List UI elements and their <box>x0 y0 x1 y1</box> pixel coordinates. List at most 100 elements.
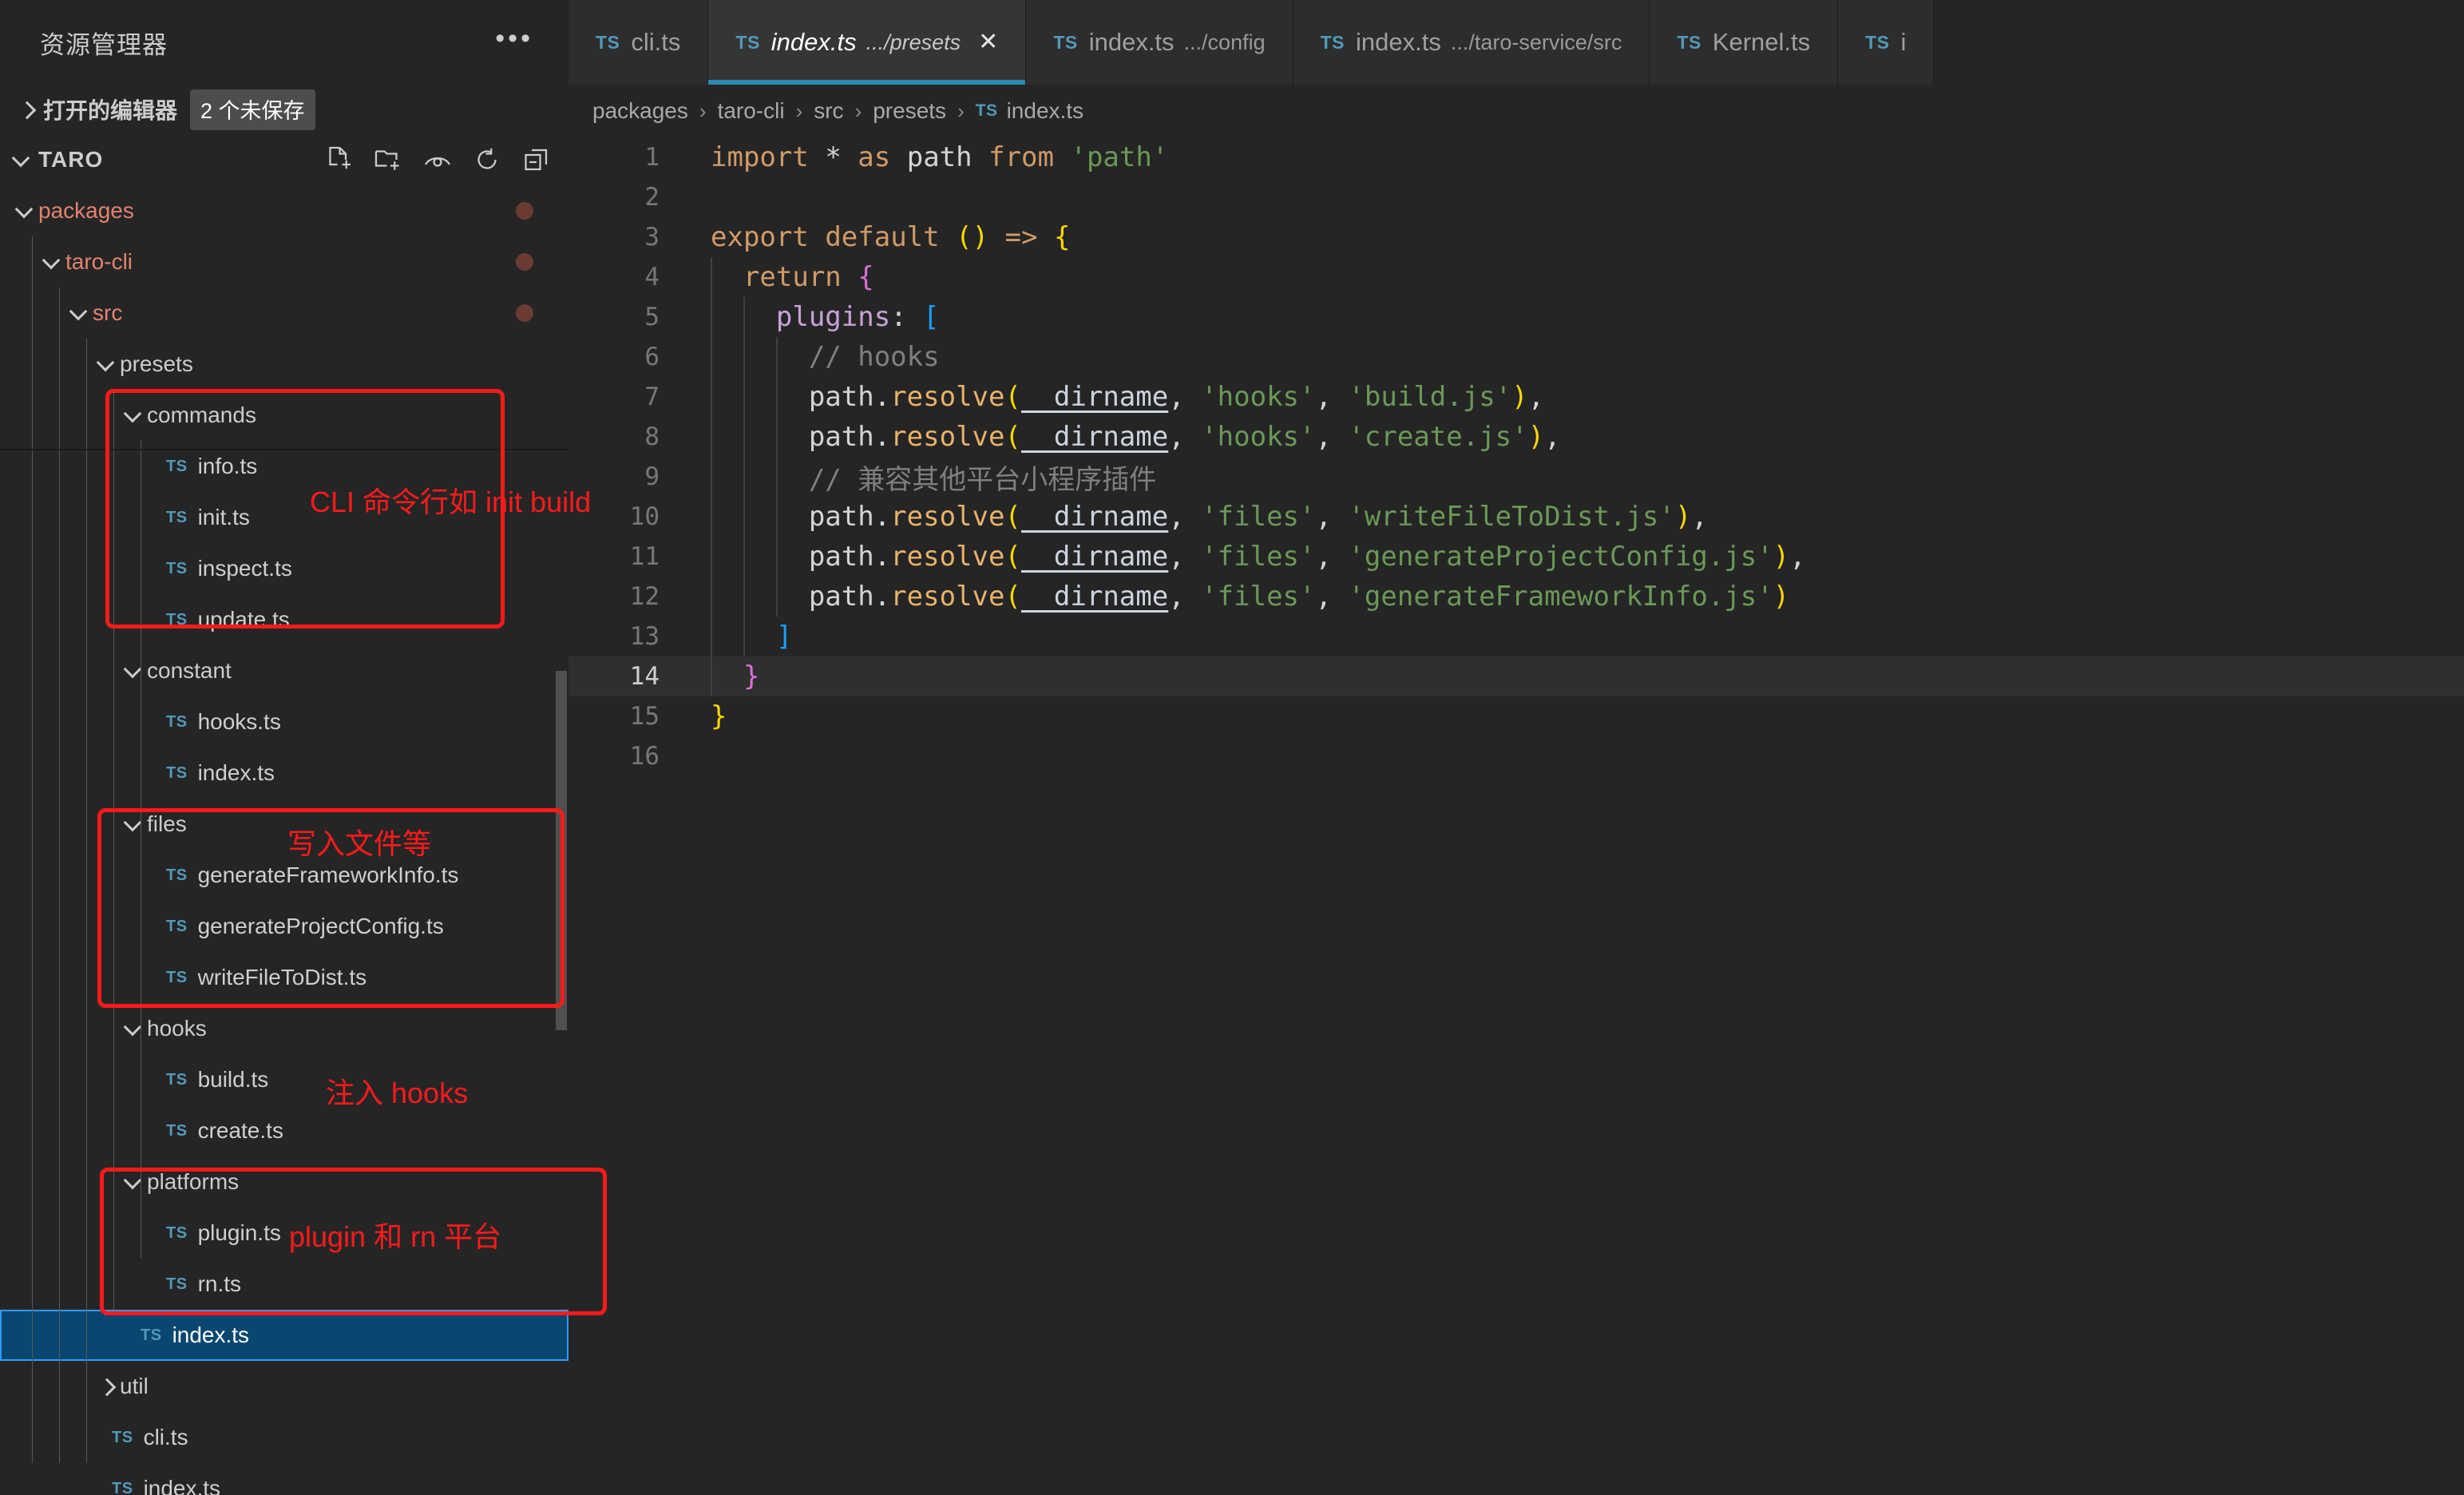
close-icon[interactable]: ✕ <box>978 30 998 54</box>
typescript-file-icon: TS <box>975 101 998 120</box>
explorer-sidebar: 资源管理器 ••• 打开的编辑器 2 个未保存 TARO packages ta… <box>0 0 568 1495</box>
tab-label: i <box>1900 28 1907 56</box>
tree-file-item[interactable]: TS init.ts <box>0 492 568 543</box>
tree-file-item[interactable]: TS rn.ts <box>0 1259 568 1310</box>
chevron-down-icon <box>120 1168 147 1196</box>
breadcrumb-item[interactable]: taro-cli <box>718 98 785 124</box>
tree-file-item[interactable]: TS index.ts <box>0 748 568 799</box>
code-text: path.resolve(__dirname, 'files', 'genera… <box>808 541 1806 573</box>
editor-indent-guide <box>711 457 712 497</box>
tree-file-item[interactable]: TS hooks.ts <box>0 696 568 748</box>
code-line[interactable]: 6 // hooks <box>568 337 2464 377</box>
tree-file-item[interactable]: TS build.ts <box>0 1054 568 1105</box>
code-line[interactable]: 15} <box>568 696 2464 736</box>
editor-tab[interactable]: TS cli.ts <box>568 0 709 85</box>
typescript-file-icon: TS <box>166 1223 188 1242</box>
tree-folder-item[interactable]: util <box>0 1361 568 1412</box>
unsaved-count-badge: 2 个未保存 <box>190 89 315 130</box>
tree-item-label: build.ts <box>197 1067 269 1092</box>
tree-file-item[interactable]: TS index.ts <box>0 1463 568 1495</box>
editor-indent-guide <box>743 417 745 457</box>
editor-tab[interactable]: TS index.ts .../taro-service/src <box>1293 0 1650 85</box>
editor-indent-guide <box>711 617 712 656</box>
chevron-down-icon <box>120 402 147 429</box>
breadcrumb-item[interactable]: presets <box>873 98 946 124</box>
tree-item-label: index.ts <box>197 760 275 785</box>
chevron-down-icon <box>8 146 35 173</box>
code-line[interactable]: 9 // 兼容其他平台小程序插件 <box>568 457 2464 497</box>
tree-folder-item[interactable]: files <box>0 799 568 850</box>
tree-file-item[interactable]: TS plugin.ts <box>0 1208 568 1259</box>
tree-folder-item[interactable]: taro-cli <box>0 236 568 288</box>
tree-folder-item[interactable]: src <box>0 288 568 339</box>
line-number: 16 <box>629 742 660 771</box>
code-text: path.resolve(__dirname, 'hooks', 'build.… <box>808 381 1545 413</box>
tree-folder-item[interactable]: presets <box>0 339 568 390</box>
new-file-icon[interactable] <box>324 145 353 174</box>
tree-file-item[interactable]: TS inspect.ts <box>0 543 568 594</box>
code-line[interactable]: 12 path.resolve(__dirname, 'files', 'gen… <box>568 577 2464 617</box>
tree-file-item[interactable]: TS generateFrameworkInfo.ts <box>0 850 568 901</box>
editor-indent-guide <box>711 537 712 577</box>
editor-tab[interactable]: TS i <box>1838 0 1935 85</box>
typescript-file-icon: TS <box>596 31 620 53</box>
tab-label: index.ts <box>1356 28 1441 56</box>
code-line[interactable]: 3 export default () => { <box>568 217 2464 257</box>
code-line[interactable]: 2 <box>568 177 2464 217</box>
code-line[interactable]: 8 path.resolve(__dirname, 'hooks', 'crea… <box>568 417 2464 457</box>
refresh-icon[interactable] <box>473 145 501 174</box>
tab-directory-label: .../taro-service/src <box>1450 30 1622 54</box>
editor-pane: TS cli.ts TS index.ts .../presets ✕ TS index.ts… <box>568 0 2464 1495</box>
code-line[interactable]: 11 path.resolve(__dirname, 'files', 'gen… <box>568 537 2464 577</box>
new-folder-icon[interactable] <box>374 145 402 174</box>
tree-folder-item[interactable]: packages <box>0 185 568 236</box>
code-text: path.resolve(__dirname, 'files', 'genera… <box>808 581 1790 613</box>
sidebar-section-root[interactable]: TARO <box>0 134 568 185</box>
editor-tab[interactable]: TS Kernel.ts <box>1650 0 1839 85</box>
tree-item-selected[interactable]: TS index.ts <box>0 1310 568 1361</box>
tree-file-item[interactable]: TS writeFileToDist.ts <box>0 952 568 1003</box>
editor-indent-guide <box>711 297 712 337</box>
code-line[interactable]: 7 path.resolve(__dirname, 'hooks', 'buil… <box>568 377 2464 417</box>
sidebar-section-open-editors[interactable]: 打开的编辑器 2 个未保存 <box>0 85 568 134</box>
ellipsis-icon[interactable]: ••• <box>495 25 533 60</box>
code-line[interactable]: 1 import * as path from 'path' <box>568 137 2464 177</box>
collapse-all-icon[interactable] <box>522 145 551 174</box>
code-editor[interactable]: 1 import * as path from 'path' 2 3 export de… <box>568 137 2464 776</box>
code-line[interactable]: 16 <box>568 736 2464 776</box>
tree-folder-item[interactable]: hooks <box>0 1003 568 1054</box>
breadcrumb-item[interactable]: src <box>814 98 843 124</box>
code-line[interactable]: 5 plugins: [ <box>568 297 2464 337</box>
code-line[interactable]: 4 return { <box>568 257 2464 297</box>
eye-icon[interactable] <box>423 145 452 174</box>
editor-indent-guide <box>775 537 778 577</box>
chevron-right-icon: › <box>957 98 965 123</box>
editor-tab[interactable]: TS index.ts .../config <box>1026 0 1293 85</box>
code-line[interactable]: 14 } <box>568 656 2464 696</box>
tree-item-label: index.ts <box>143 1476 221 1495</box>
tree-folder-item[interactable]: platforms <box>0 1156 568 1208</box>
tree-item-label: files <box>147 811 187 836</box>
tree-folder-item[interactable]: constant <box>0 645 568 696</box>
tree-item-label: hooks.ts <box>197 709 281 734</box>
code-text: import * as path from 'path' <box>711 141 1169 173</box>
tree-file-item[interactable]: TS generateProjectConfig.ts <box>0 901 568 952</box>
tree-file-item[interactable]: TS create.ts <box>0 1105 568 1156</box>
tree-folder-item[interactable]: commands <box>0 390 568 441</box>
tree-file-item[interactable]: TS update.ts <box>0 594 568 645</box>
editor-tab-active[interactable]: TS index.ts .../presets ✕ <box>708 0 1027 85</box>
typescript-file-icon: TS <box>166 866 188 884</box>
editor-indent-guide <box>775 497 778 537</box>
editor-indent-guide <box>711 577 712 617</box>
code-line[interactable]: 10 path.resolve(__dirname, 'files', 'wri… <box>568 497 2464 537</box>
chevron-down-icon <box>120 811 147 838</box>
breadcrumb-item[interactable]: packages <box>592 98 688 124</box>
editor-indent-guide <box>743 617 745 656</box>
sidebar-scrollbar[interactable] <box>556 671 567 1030</box>
tree-item-label: util <box>120 1374 149 1398</box>
breadcrumb-file[interactable]: index.ts <box>1007 98 1084 124</box>
editor-indent-guide <box>711 377 712 417</box>
code-line[interactable]: 13 ] <box>568 617 2464 656</box>
editor-indent-guide <box>743 377 745 417</box>
tree-file-item[interactable]: TS cli.ts <box>0 1412 568 1463</box>
